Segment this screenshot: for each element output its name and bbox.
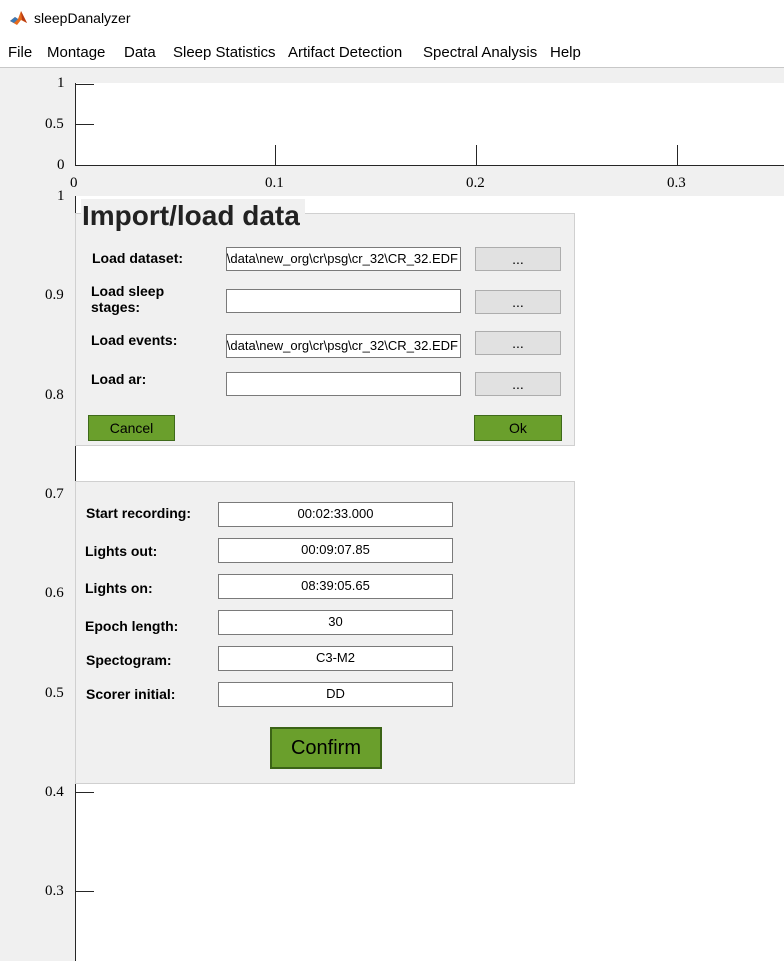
main-y-tick: 0.8 (45, 387, 64, 403)
load-ar-browse-button[interactable]: ... (475, 372, 561, 396)
load-dataset-browse-button[interactable]: ... (475, 247, 561, 271)
main-y-tick: 0.7 (45, 486, 64, 502)
load-events-browse-button[interactable]: ... (475, 331, 561, 355)
confirm-button[interactable]: Confirm (270, 727, 382, 769)
main-y-tick: 0.9 (45, 287, 64, 303)
spectogram-label: Spectogram: (86, 652, 172, 668)
lights-on-label: Lights on: (85, 580, 153, 596)
scorer-initial-label: Scorer initial: (86, 686, 176, 702)
load-sleep-stages-label: Load sleep stages: (91, 283, 165, 315)
main-y-tick: 1 (57, 188, 65, 204)
import-panel-title: Import/load data (81, 199, 305, 233)
load-sleep-stages-browse-button[interactable]: ... (475, 290, 561, 314)
load-ar-input[interactable] (226, 372, 461, 396)
load-sleep-stages-input[interactable] (226, 289, 461, 313)
main-y-tick: 0.3 (45, 883, 64, 899)
load-dataset-label: Load dataset: (92, 250, 184, 266)
lights-out-field[interactable]: 00:09:07.85 (218, 538, 453, 563)
scorer-initial-field[interactable]: DD (218, 682, 453, 707)
lights-out-label: Lights out: (85, 543, 158, 559)
ok-button[interactable]: Ok (474, 415, 562, 441)
start-recording-label: Start recording: (86, 505, 192, 521)
spectogram-field[interactable]: C3-M2 (218, 646, 453, 671)
load-ar-label: Load ar: (91, 371, 147, 387)
load-events-input[interactable]: C:\data\new_org\cr\psg\cr_32\CR_32.EDF (226, 334, 461, 358)
lights-on-field[interactable]: 08:39:05.65 (218, 574, 453, 599)
main-y-tick: 0.5 (45, 685, 64, 701)
cancel-button[interactable]: Cancel (88, 415, 175, 441)
epoch-length-label: Epoch length: (85, 618, 179, 634)
main-y-tick: 0.6 (45, 585, 64, 601)
epoch-length-field[interactable]: 30 (218, 610, 453, 635)
load-dataset-input[interactable]: C:\data\new_org\cr\psg\cr_32\CR_32.EDF (226, 247, 461, 271)
load-events-label: Load events: (91, 332, 178, 348)
start-recording-field[interactable]: 00:02:33.000 (218, 502, 453, 527)
main-y-tick: 0.4 (45, 784, 64, 800)
